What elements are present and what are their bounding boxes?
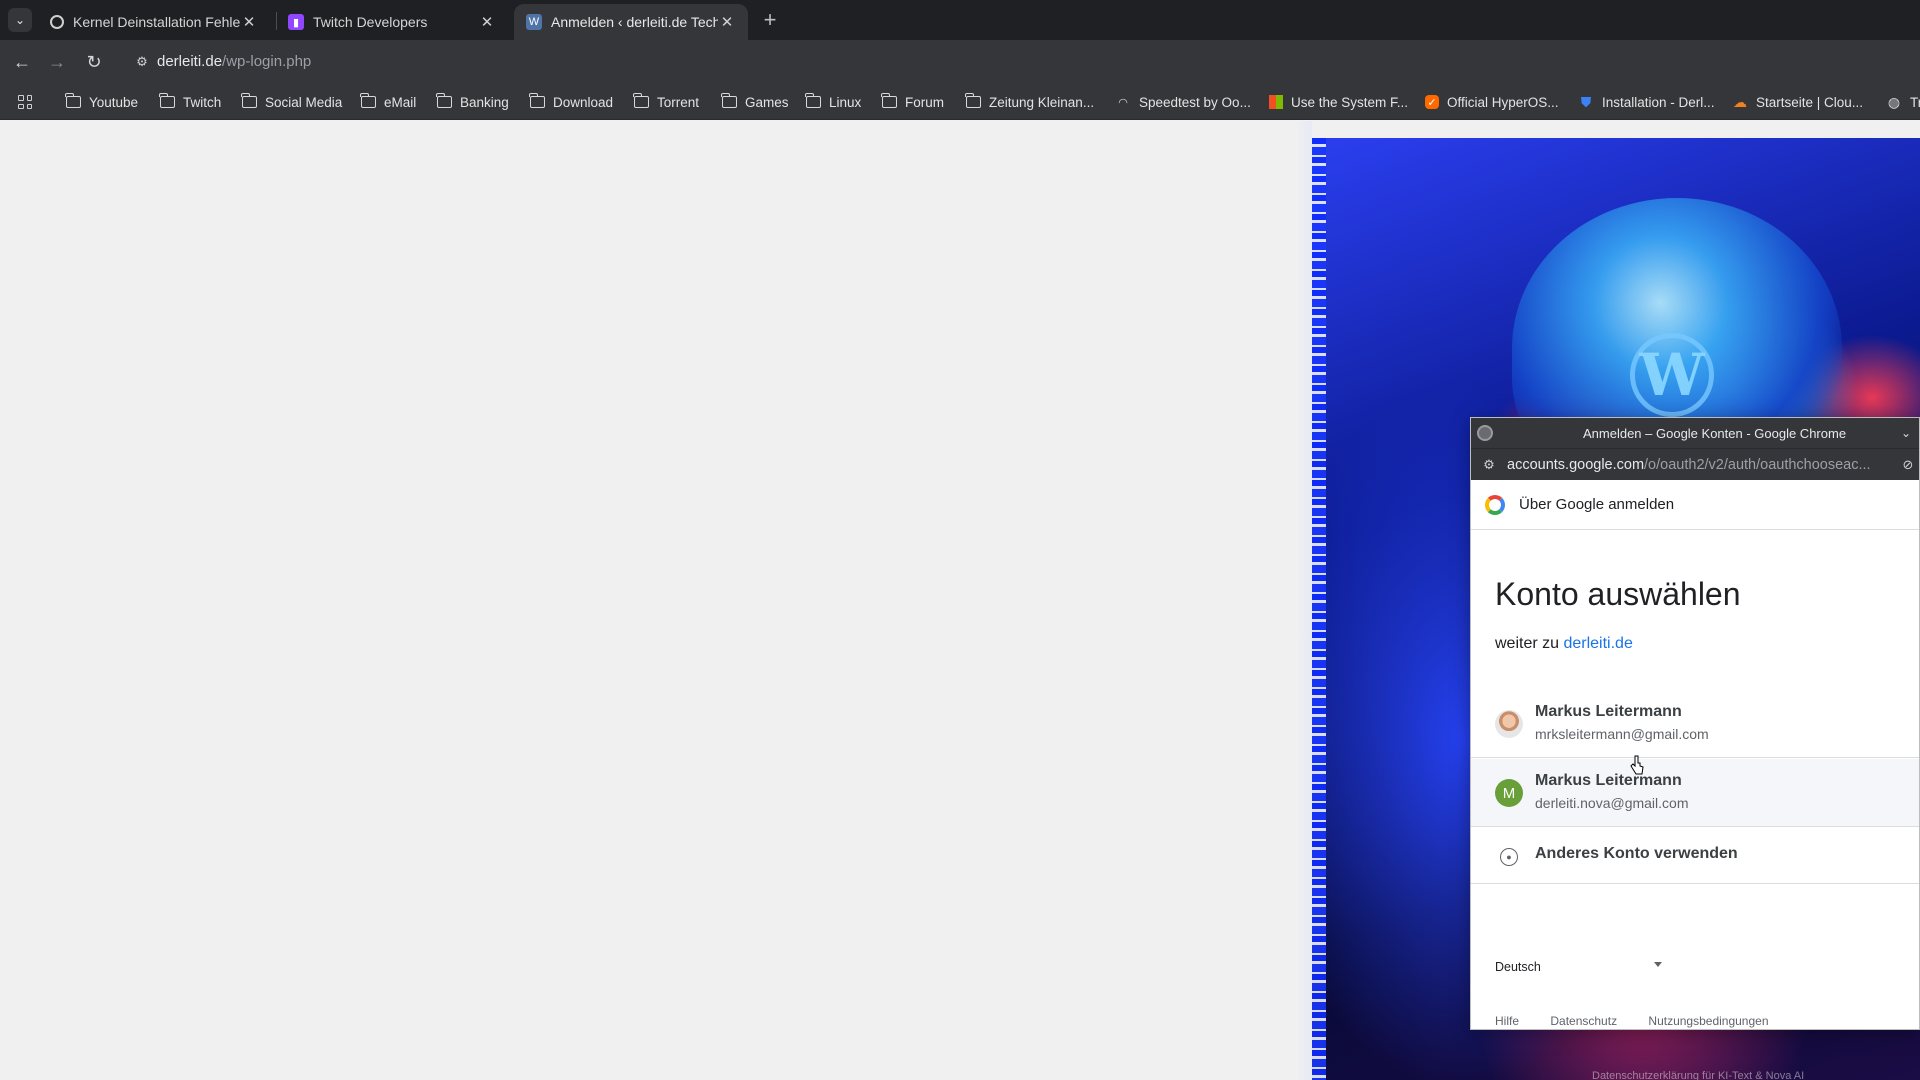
bookmark-youtube[interactable]: Youtube: [64, 92, 138, 112]
close-icon[interactable]: ✕: [240, 13, 258, 31]
folder-icon: [359, 93, 376, 109]
bookmark-zeitung[interactable]: Zeitung Kleinan...: [964, 92, 1094, 112]
tab-anmelden[interactable]: W Anmelden ‹ derleiti.de Tech ✕: [514, 4, 748, 40]
page-divider: [1296, 121, 1312, 1080]
bookmark-banking[interactable]: Banking: [435, 92, 509, 112]
google-signin-header-text: Über Google anmelden: [1519, 496, 1675, 513]
folder-icon: [64, 93, 81, 109]
bookmark-hyperos[interactable]: ✓ Official HyperOS...: [1425, 92, 1559, 112]
account-item[interactable]: M Markus Leitermann derleiti.nova@gmail.…: [1471, 759, 1919, 827]
footer-links: Hilfe Datenschutz Nutzungsbedingungen: [1495, 1014, 1797, 1028]
account-circle-icon: ●: [1500, 848, 1518, 866]
bookmark-email[interactable]: eMail: [359, 92, 416, 112]
apps-grid-icon[interactable]: [16, 93, 34, 111]
chevron-down-icon[interactable]: ⌄: [1897, 424, 1915, 442]
globe-icon: ◍: [1887, 93, 1901, 110]
hero-brush-edge: [1312, 138, 1326, 1080]
site-info-icon[interactable]: ⚙: [134, 54, 150, 70]
terms-link[interactable]: Nutzungsbedingungen: [1648, 1014, 1768, 1028]
bookmark-twitch[interactable]: Twitch: [158, 92, 221, 112]
close-icon[interactable]: ✕: [478, 13, 496, 31]
wordpress-logo-icon: W: [1630, 333, 1714, 417]
close-icon[interactable]: ✕: [718, 13, 736, 31]
folder-icon: [435, 93, 452, 109]
bookmark-torrent[interactable]: Torrent: [632, 92, 699, 112]
tab-title: Anmelden ‹ derleiti.de Tech: [551, 14, 718, 30]
bookmark-system-file[interactable]: Use the System F...: [1269, 92, 1408, 112]
continue-site-link[interactable]: derleiti.de: [1563, 635, 1632, 652]
chrome-window-icon: [1477, 425, 1493, 441]
bookmark-tr[interactable]: ◍Tr: [1886, 92, 1920, 112]
tab-kernel[interactable]: Kernel Deinstallation Fehle ✕: [38, 4, 270, 40]
hyperos-icon: ✓: [1425, 95, 1439, 109]
use-other-account-button[interactable]: ● Anderes Konto verwenden: [1471, 828, 1919, 884]
bookmarks-bar: Youtube Twitch Social Media eMail Bankin…: [0, 84, 1920, 120]
folder-icon: [158, 93, 175, 109]
new-tab-plus-icon[interactable]: +: [758, 7, 782, 32]
account-name: Markus Leitermann: [1535, 772, 1682, 789]
folder-icon: [804, 93, 821, 109]
tab-search-chevron-icon[interactable]: ⌄: [8, 8, 32, 32]
page-footer-text[interactable]: Datenschutzerklärung für KI-Text & Nova …: [1592, 1070, 1804, 1080]
continue-to-line: weiter zu derleiti.de: [1495, 635, 1633, 652]
bookmark-games[interactable]: Games: [720, 92, 789, 112]
page-title: Konto auswählen: [1495, 576, 1741, 612]
google-signin-popup: Anmelden – Google Konten - Google Chrome…: [1470, 417, 1920, 1030]
tab-title: Twitch Developers: [313, 14, 428, 30]
tab-title: Kernel Deinstallation Fehle: [73, 14, 240, 30]
url-text: derleiti.de/wp-login.php: [157, 53, 312, 70]
caret-down-icon[interactable]: [1654, 962, 1662, 967]
bookmark-linux[interactable]: Linux: [804, 92, 861, 112]
google-logo-icon: [1485, 495, 1505, 515]
bookmark-social-media[interactable]: Social Media: [240, 92, 342, 112]
popup-address-bar: ⚙ accounts.google.com/o/oauth2/v2/auth/o…: [1471, 448, 1919, 480]
use-other-account-label: Anderes Konto verwenden: [1535, 845, 1738, 862]
cloudflare-icon: ☁: [1733, 93, 1747, 110]
chromium-icon: [50, 15, 64, 29]
account-name: Markus Leitermann: [1535, 703, 1682, 720]
twitch-icon: ▮: [288, 14, 304, 30]
bookmark-cloudflare[interactable]: ☁ Startseite | Clou...: [1732, 92, 1863, 112]
tab-twitch[interactable]: ▮ Twitch Developers ✕: [276, 4, 508, 40]
help-link[interactable]: Hilfe: [1495, 1014, 1519, 1028]
forward-arrow-icon[interactable]: →: [45, 50, 69, 74]
bookmark-installation[interactable]: ⛊ Installation - Derl...: [1578, 92, 1715, 112]
folder-icon: [632, 93, 649, 109]
language-select[interactable]: Deutsch: [1495, 960, 1541, 974]
microsoft-icon: [1269, 95, 1283, 109]
account-email: derleiti.nova@gmail.com: [1535, 795, 1689, 811]
site-info-icon[interactable]: ⚙: [1481, 457, 1497, 473]
hand-cursor-icon: [1630, 755, 1644, 775]
shield-icon: ⛊: [1580, 93, 1592, 110]
wordpress-icon: W: [526, 14, 542, 30]
account-item[interactable]: Markus Leitermann mrksleitermann@gmail.c…: [1471, 690, 1919, 758]
privacy-link[interactable]: Datenschutz: [1550, 1014, 1617, 1028]
bookmark-speedtest[interactable]: ◠ Speedtest by Oo...: [1115, 92, 1251, 112]
folder-icon: [720, 93, 737, 109]
eye-off-icon[interactable]: ⊘: [1899, 456, 1917, 474]
folder-icon: [528, 93, 545, 109]
reload-icon[interactable]: ↻: [82, 50, 106, 74]
tab-strip: ⌄ Kernel Deinstallation Fehle ✕ ▮ Twitch…: [0, 0, 1920, 40]
bookmark-download[interactable]: Download: [528, 92, 613, 112]
popup-url-text: accounts.google.com/o/oauth2/v2/auth/oau…: [1507, 457, 1871, 473]
folder-icon: [964, 93, 981, 109]
browser-toolbar: ← → ↻ ⚙ derleiti.de/wp-login.php: [0, 40, 1920, 84]
popup-titlebar[interactable]: Anmelden – Google Konten - Google Chrome…: [1471, 418, 1919, 448]
google-signin-header: Über Google anmelden: [1471, 480, 1919, 530]
account-email: mrksleitermann@gmail.com: [1535, 726, 1709, 742]
folder-icon: [240, 93, 257, 109]
folder-icon: [880, 93, 897, 109]
bookmark-forum[interactable]: Forum: [880, 92, 944, 112]
address-bar[interactable]: ⚙ derleiti.de/wp-login.php: [124, 46, 1910, 78]
back-arrow-icon[interactable]: ←: [10, 50, 34, 74]
popup-window-title: Anmelden – Google Konten - Google Chrome: [1583, 426, 1847, 441]
avatar: [1495, 710, 1523, 738]
avatar: M: [1495, 779, 1523, 807]
speedtest-icon: ◠: [1118, 96, 1128, 109]
